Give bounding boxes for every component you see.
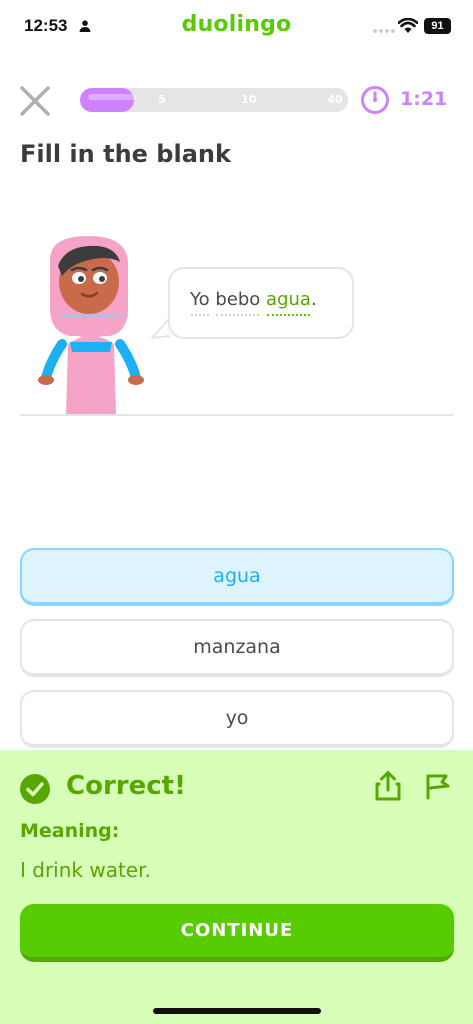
- speech-bubble: Yo bebo agua.: [168, 267, 354, 339]
- sentence: Yo bebo agua.: [190, 289, 317, 316]
- close-icon[interactable]: [18, 84, 52, 118]
- progress-fill: [80, 88, 136, 112]
- milestone-5: 5: [150, 88, 174, 112]
- meaning-text: I drink water.: [20, 858, 151, 882]
- divider: [20, 414, 453, 416]
- signal-icon: [373, 29, 395, 33]
- battery-indicator: 91: [424, 18, 451, 34]
- report-flag-icon[interactable]: [424, 772, 452, 800]
- lesson-progress-bar: 5 10 40: [80, 88, 348, 112]
- home-indicator: [153, 1008, 321, 1014]
- share-icon[interactable]: [374, 770, 402, 802]
- sentence-word[interactable]: Yo: [190, 289, 210, 316]
- character-illustration: [38, 236, 144, 416]
- sentence-word[interactable]: bebo: [215, 289, 260, 316]
- page-title: Fill in the blank: [20, 140, 231, 168]
- milestone-10: 10: [236, 88, 262, 112]
- sentence-punctuation: .: [310, 289, 317, 310]
- continue-button[interactable]: CONTINUE: [20, 904, 454, 962]
- meaning-label: Meaning:: [20, 820, 120, 842]
- option-manzana[interactable]: manzana: [20, 619, 454, 677]
- check-circle-icon: [20, 774, 50, 804]
- timer-icon: [361, 86, 389, 114]
- milestone-40: 40: [322, 88, 348, 112]
- status-bar: 12:53 duolingo 91: [0, 0, 473, 52]
- sentence-answer-word[interactable]: agua: [266, 289, 311, 316]
- wifi-icon: [398, 18, 418, 33]
- option-agua[interactable]: agua: [20, 548, 454, 606]
- feedback-title: Correct!: [66, 771, 186, 801]
- option-yo[interactable]: yo: [20, 690, 454, 748]
- timer-value: 1:21: [400, 88, 448, 110]
- feedback-panel: Correct! Meaning: I drink water. CONTINU…: [0, 750, 473, 1024]
